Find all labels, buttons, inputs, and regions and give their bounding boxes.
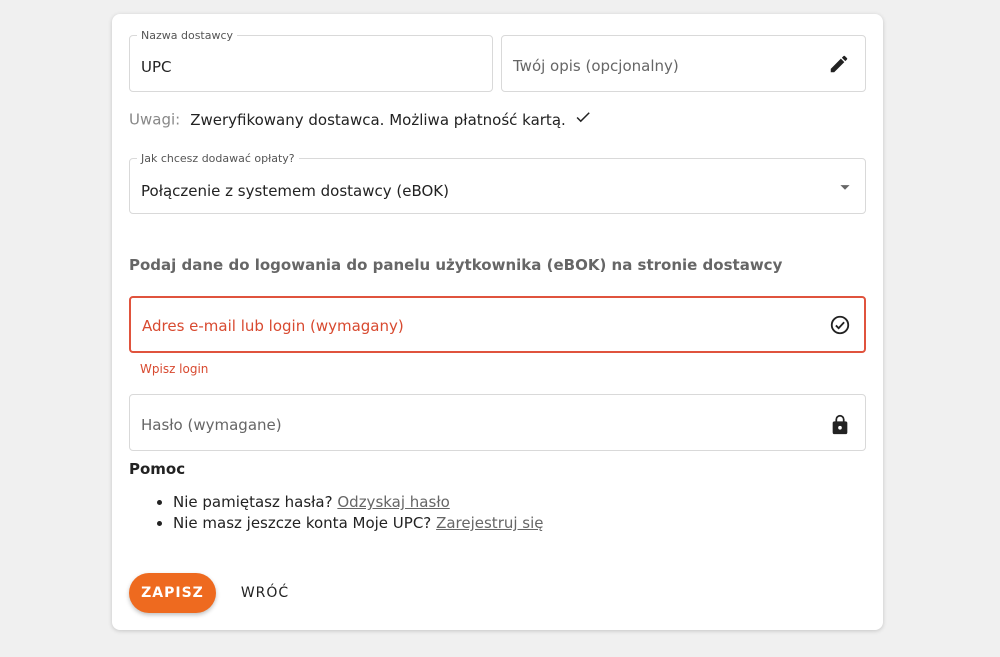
list-item: Nie pamiętasz hasła? Odzyskaj hasło (173, 492, 544, 513)
check-icon (574, 108, 592, 132)
lock-icon (829, 414, 851, 436)
back-button[interactable]: WRÓĆ (234, 573, 296, 613)
help-item-text: Nie pamiętasz hasła? (173, 493, 333, 511)
register-link[interactable]: Zarejestruj się (436, 514, 543, 532)
fees-method-label: Jak chcesz dodawać opłaty? (137, 152, 299, 165)
password-input[interactable]: Hasło (wymagane) (129, 394, 866, 451)
caret-down-icon[interactable] (834, 176, 856, 198)
login-placeholder: Adres e-mail lub login (wymagany) (142, 317, 404, 335)
login-section-title: Podaj dane do logowania do panelu użytko… (129, 256, 783, 274)
check-circle-icon (829, 314, 851, 336)
login-error-text: Wpisz login (140, 362, 209, 376)
password-placeholder: Hasło (wymagane) (141, 416, 282, 434)
save-button[interactable]: ZAPISZ (129, 573, 216, 613)
provider-name-field[interactable]: Nazwa dostawcy UPC (129, 29, 493, 92)
list-item: Nie masz jeszcze konta Moje UPC? Zarejes… (173, 513, 544, 534)
notes-row: Uwagi: Zweryfikowany dostawca. Możliwa pł… (129, 108, 592, 130)
description-placeholder: Twój opis (opcjonalny) (513, 57, 679, 75)
provider-name-value: UPC (141, 58, 172, 76)
recover-password-link[interactable]: Odzyskaj hasło (337, 493, 449, 511)
help-title: Pomoc (129, 460, 186, 478)
help-item-text: Nie masz jeszcze konta Moje UPC? (173, 514, 432, 532)
help-list: Nie pamiętasz hasła? Odzyskaj hasło Nie … (130, 492, 544, 534)
login-input[interactable]: Adres e-mail lub login (wymagany) (129, 296, 866, 353)
fees-method-value: Połączenie z systemem dostawcy (eBOK) (141, 182, 449, 200)
notes-text: Zweryfikowany dostawca. Możliwa płatność… (190, 110, 566, 129)
provider-name-label: Nazwa dostawcy (137, 29, 238, 42)
description-field[interactable]: Twój opis (opcjonalny) (501, 35, 866, 92)
pencil-icon[interactable] (828, 53, 850, 75)
fees-method-select[interactable]: Jak chcesz dodawać opłaty? Połączenie z … (129, 152, 866, 214)
notes-label: Uwagi: (129, 110, 181, 129)
